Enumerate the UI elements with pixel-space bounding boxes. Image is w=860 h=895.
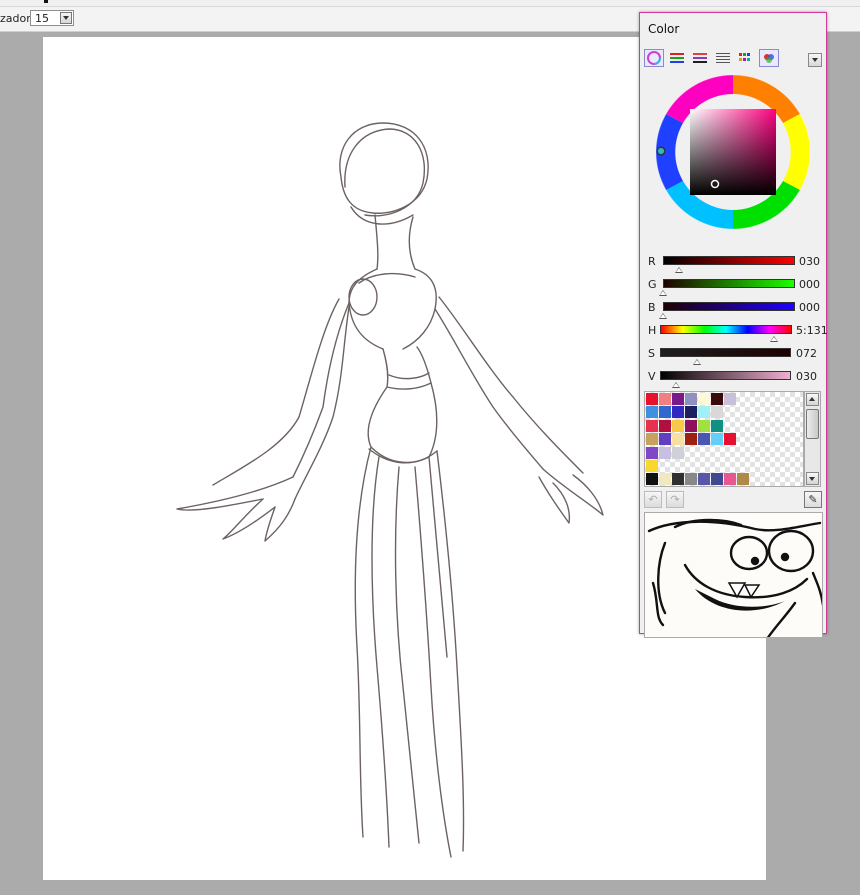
scroll-up-icon[interactable] bbox=[806, 393, 819, 406]
slider-label: R bbox=[648, 255, 656, 268]
slider-track[interactable] bbox=[663, 279, 795, 288]
color-swatch[interactable] bbox=[698, 419, 710, 432]
color-swatch[interactable] bbox=[685, 473, 697, 486]
color-swatch-grid[interactable] bbox=[644, 391, 804, 487]
color-swatch[interactable] bbox=[659, 473, 671, 486]
slider-thumb[interactable] bbox=[659, 313, 667, 319]
slider-value: 000 bbox=[799, 301, 820, 314]
swatch-grid-tab[interactable] bbox=[736, 49, 756, 67]
slider-label: V bbox=[648, 370, 656, 383]
slider-track[interactable] bbox=[663, 256, 795, 265]
color-swatch[interactable] bbox=[711, 406, 723, 419]
color-panel-body: R 030 G 000 B 000 H 5:131 S 072 V 030 ↶ ↷ ✎ bbox=[640, 45, 828, 638]
slider-track[interactable] bbox=[660, 371, 791, 380]
slider-label: G bbox=[648, 278, 657, 291]
slider-r[interactable]: R 030 bbox=[640, 255, 826, 275]
color-swatch[interactable] bbox=[685, 393, 697, 405]
color-wheel-tab[interactable] bbox=[644, 49, 664, 67]
color-swatch[interactable] bbox=[724, 433, 736, 446]
slider-g[interactable]: G 000 bbox=[640, 278, 826, 298]
slider-value: 5:131 bbox=[796, 324, 828, 337]
color-swatch[interactable] bbox=[711, 419, 723, 432]
hsv-sliders-tab[interactable] bbox=[690, 49, 710, 67]
slider-h[interactable]: H 5:131 bbox=[640, 324, 828, 344]
slider-track[interactable] bbox=[663, 302, 795, 311]
color-swatch[interactable] bbox=[659, 419, 671, 432]
undo-icon[interactable]: ↶ bbox=[644, 491, 662, 508]
list-tab[interactable] bbox=[713, 49, 733, 67]
color-swatch[interactable] bbox=[646, 406, 658, 419]
slider-thumb[interactable] bbox=[674, 267, 683, 273]
color-swatch[interactable] bbox=[711, 433, 723, 446]
color-swatch[interactable] bbox=[659, 406, 671, 419]
chevron-down-icon[interactable] bbox=[60, 12, 72, 24]
slider-label: B bbox=[648, 301, 656, 314]
color-swatch[interactable] bbox=[646, 393, 658, 405]
tool-option-value: 15 bbox=[35, 12, 49, 25]
color-swatch[interactable] bbox=[737, 473, 749, 486]
edit-palette-icon[interactable]: ✎ bbox=[804, 491, 822, 508]
color-swatch[interactable] bbox=[685, 419, 697, 432]
color-swatch[interactable] bbox=[659, 393, 671, 405]
color-wheel[interactable] bbox=[652, 71, 814, 233]
color-swatch[interactable] bbox=[672, 393, 684, 405]
color-swatch[interactable] bbox=[646, 433, 658, 446]
color-swatch[interactable] bbox=[672, 419, 684, 432]
slider-value: 030 bbox=[799, 255, 820, 268]
color-swatch[interactable] bbox=[698, 393, 710, 405]
color-swatch[interactable] bbox=[646, 460, 658, 472]
swatch-scrollbar[interactable] bbox=[804, 391, 821, 487]
scroll-down-icon[interactable] bbox=[806, 472, 819, 485]
slider-label: H bbox=[648, 324, 657, 337]
color-swatch[interactable] bbox=[711, 473, 723, 486]
slider-thumb[interactable] bbox=[692, 359, 701, 365]
palette-tab[interactable] bbox=[759, 49, 779, 67]
slider-s[interactable]: S 072 bbox=[640, 347, 826, 367]
color-swatch[interactable] bbox=[685, 406, 697, 419]
color-swatch[interactable] bbox=[672, 473, 684, 486]
scroll-thumb[interactable] bbox=[806, 409, 819, 439]
slider-value: 072 bbox=[796, 347, 817, 360]
tool-option-label: zador bbox=[0, 12, 31, 25]
panel-menu-chevron-down-icon[interactable] bbox=[808, 53, 822, 67]
color-swatch[interactable] bbox=[646, 473, 658, 486]
slider-track[interactable] bbox=[660, 325, 792, 334]
color-swatch[interactable] bbox=[724, 393, 736, 405]
color-panel: Color R 030 G 000 B 000 H 5:131 S 072 V … bbox=[639, 12, 828, 638]
color-swatch[interactable] bbox=[685, 433, 697, 446]
color-swatch[interactable] bbox=[698, 433, 710, 446]
slider-label: S bbox=[648, 347, 655, 360]
slider-track[interactable] bbox=[660, 348, 791, 357]
color-swatch[interactable] bbox=[698, 473, 710, 486]
slider-v[interactable]: V 030 bbox=[640, 370, 826, 390]
color-swatch[interactable] bbox=[646, 419, 658, 432]
slider-thumb[interactable] bbox=[659, 290, 667, 296]
color-swatch[interactable] bbox=[698, 406, 710, 419]
slider-thumb[interactable] bbox=[769, 336, 778, 342]
tool-option-value-select[interactable]: 15 bbox=[30, 10, 74, 26]
rgb-sliders-tab[interactable] bbox=[667, 49, 687, 67]
color-swatch[interactable] bbox=[659, 433, 671, 446]
top-strip bbox=[0, 0, 860, 7]
slider-thumb[interactable] bbox=[671, 382, 680, 388]
navigator-preview[interactable] bbox=[644, 512, 823, 638]
top-strip-mark bbox=[44, 0, 48, 3]
redo-icon[interactable]: ↷ bbox=[666, 491, 684, 508]
color-swatch[interactable] bbox=[672, 406, 684, 419]
color-swatch[interactable] bbox=[672, 433, 684, 446]
color-swatch[interactable] bbox=[646, 446, 658, 459]
slider-value: 030 bbox=[796, 370, 817, 383]
color-swatch[interactable] bbox=[672, 446, 684, 459]
preview-thumbnail bbox=[647, 518, 822, 637]
color-swatch[interactable] bbox=[724, 473, 736, 486]
slider-value: 000 bbox=[799, 278, 820, 291]
color-swatch[interactable] bbox=[711, 393, 723, 405]
slider-b[interactable]: B 000 bbox=[640, 301, 826, 321]
color-panel-title: Color bbox=[648, 22, 680, 36]
history-buttons: ↶ ↷ ✎ bbox=[644, 491, 822, 509]
color-swatch[interactable] bbox=[659, 446, 671, 459]
